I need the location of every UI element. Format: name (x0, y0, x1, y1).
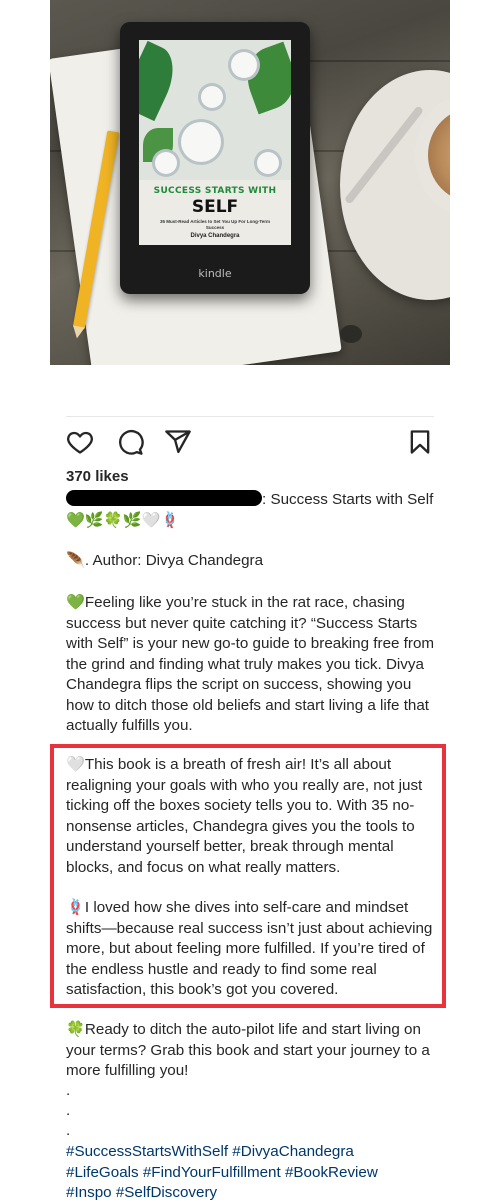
hashtag-link[interactable]: #DivyaChandegra (232, 1143, 354, 1160)
hashtag-link[interactable]: #SuccessStartsWithSelf (66, 1143, 228, 1160)
dried-leaf (340, 325, 362, 343)
dot: . (66, 1122, 71, 1139)
candle (201, 86, 223, 108)
hashtag-link[interactable]: #BookReview (285, 1164, 378, 1181)
divider (66, 416, 434, 417)
candle (231, 52, 257, 78)
kindle-logo: kindle (198, 267, 232, 280)
kindle-device: SUCCESS STARTS WITH SELF 35 Must-Read Ar… (120, 22, 310, 294)
cover-title: SUCCESS STARTS WITH (153, 186, 277, 196)
comment-bubble-icon[interactable] (116, 428, 144, 456)
hashtag-link[interactable]: #LifeGoals (66, 1164, 139, 1181)
dot: . (66, 1082, 71, 1099)
author-line: 🪶. Author: Divya Chandegra (66, 552, 264, 569)
bookmark-icon[interactable] (406, 428, 434, 456)
post-action-bar (66, 428, 434, 458)
hashtag-link[interactable]: #SelfDiscovery (116, 1184, 217, 1201)
description-paragraph: 💚Feeling like you’re stuck in the rat ra… (66, 594, 435, 734)
candle (155, 152, 177, 174)
hashtag-link[interactable]: #Inspo (66, 1184, 112, 1201)
review-paragraph: 🤍This book is a breath of fresh air! It’… (66, 756, 423, 876)
plant-leaf (139, 40, 184, 122)
candle (257, 152, 279, 174)
post-image[interactable]: SUCCESS STARTS WITH SELF 35 Must-Read Ar… (50, 0, 450, 365)
book-cover: SUCCESS STARTS WITH SELF 35 Must-Read Ar… (139, 40, 291, 245)
likes-count[interactable]: 370 likes (66, 468, 129, 485)
call-to-action-paragraph: 🍀Ready to ditch the auto-pilot life and … (66, 1021, 430, 1079)
dot: . (66, 1102, 71, 1119)
caption: : Success Starts with Self 💚🌿🍀🌿🤍🪢 (66, 490, 436, 531)
review-paragraph: 🪢I loved how she dives into self-care an… (66, 899, 433, 998)
heart-icon[interactable] (66, 428, 94, 456)
hashtag-link[interactable]: #FindYourFulfillment (143, 1164, 281, 1181)
cover-subtitle: 35 Must-Read Articles to Set You Up For … (159, 219, 271, 230)
dot-spacer: . . . (66, 1081, 436, 1141)
cover-self-word: SELF (191, 197, 239, 217)
cover-author: Divya Chandegra (190, 233, 240, 239)
cover-photo (139, 40, 291, 180)
paper-plane-icon[interactable] (164, 428, 192, 456)
redacted-username[interactable] (66, 490, 262, 506)
candle (181, 122, 221, 162)
hashtag-list: #SuccessStartsWithSelf #DivyaChandegra #… (66, 1142, 436, 1204)
